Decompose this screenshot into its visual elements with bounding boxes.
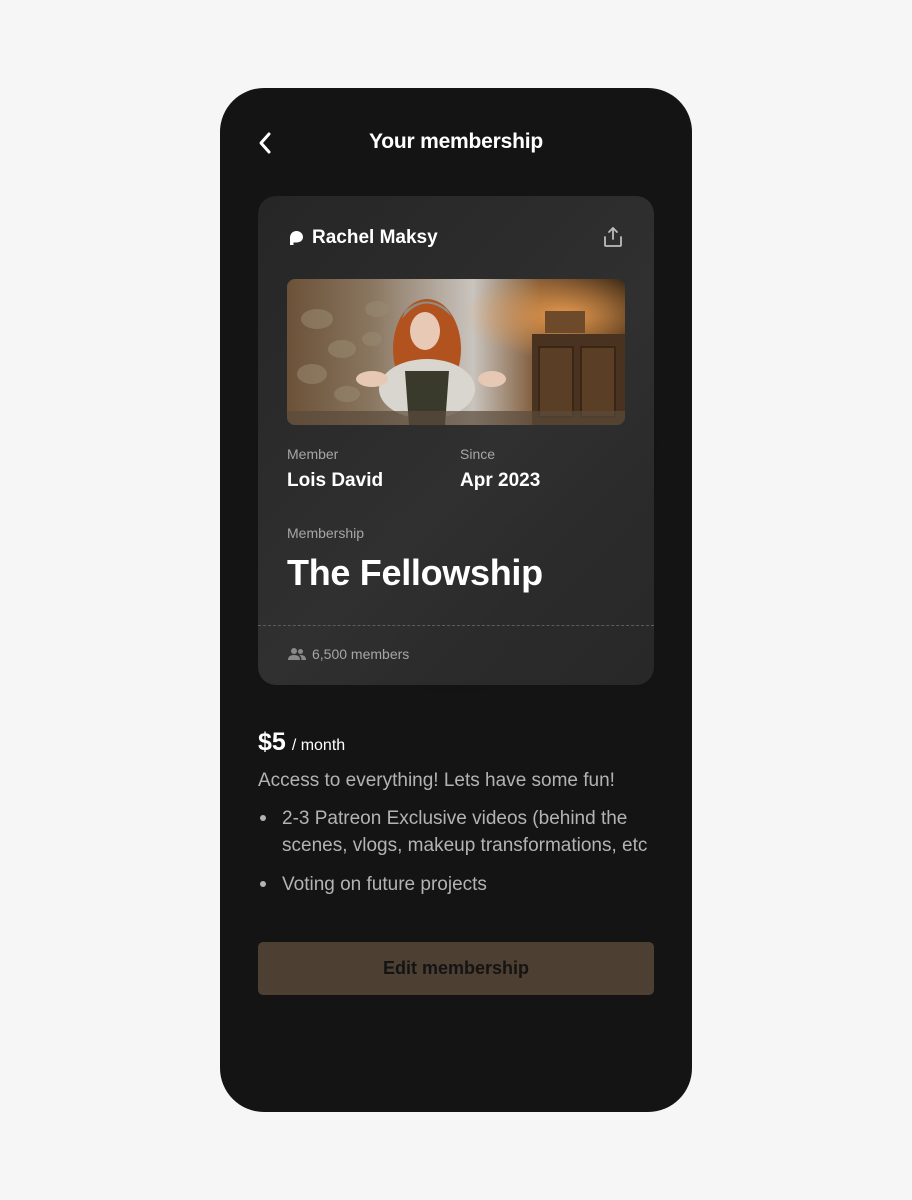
cover-photo bbox=[287, 279, 625, 425]
bullet-icon bbox=[260, 815, 266, 821]
price: $5 bbox=[258, 728, 286, 756]
members-count-row: 6,500 members bbox=[288, 646, 409, 662]
patreon-logo-icon bbox=[290, 231, 303, 245]
benefit-item: 2-3 Patreon Exclusive videos (behind the… bbox=[258, 805, 658, 859]
price-period: / month bbox=[291, 737, 346, 754]
card-divider bbox=[258, 625, 654, 626]
tier-description: Access to everything! Lets have some fun… bbox=[258, 770, 615, 791]
edit-membership-button[interactable]: Edit membership bbox=[258, 942, 654, 995]
benefits-list: 2-3 Patreon Exclusive videos (behind the… bbox=[258, 805, 658, 910]
member-label: Member bbox=[287, 446, 339, 462]
creator-row: Rachel Maksy bbox=[288, 226, 438, 250]
benefit-text: Voting on future projects bbox=[282, 874, 487, 895]
phone-screen: Your membership Rachel Maksy Member Lois… bbox=[220, 88, 692, 1112]
page-title: Your membership bbox=[369, 130, 543, 153]
creator-name[interactable]: Rachel Maksy bbox=[312, 227, 438, 249]
benefit-text: 2-3 Patreon Exclusive videos (behind the… bbox=[282, 808, 648, 856]
membership-tier-name: The Fellowship bbox=[287, 552, 543, 593]
member-name: Lois David bbox=[287, 470, 384, 491]
since-date: Apr 2023 bbox=[460, 470, 541, 491]
membership-label: Membership bbox=[287, 525, 365, 541]
people-icon bbox=[288, 648, 306, 660]
price-row: $5 / month bbox=[258, 728, 345, 757]
benefit-item: Voting on future projects bbox=[258, 871, 658, 898]
bullet-icon bbox=[260, 881, 266, 887]
since-label: Since bbox=[460, 446, 496, 462]
share-icon bbox=[604, 227, 622, 247]
share-button[interactable] bbox=[600, 224, 626, 250]
membership-card: Rachel Maksy Member Lois David Since Apr… bbox=[258, 196, 654, 685]
members-count: 6,500 members bbox=[312, 646, 410, 662]
